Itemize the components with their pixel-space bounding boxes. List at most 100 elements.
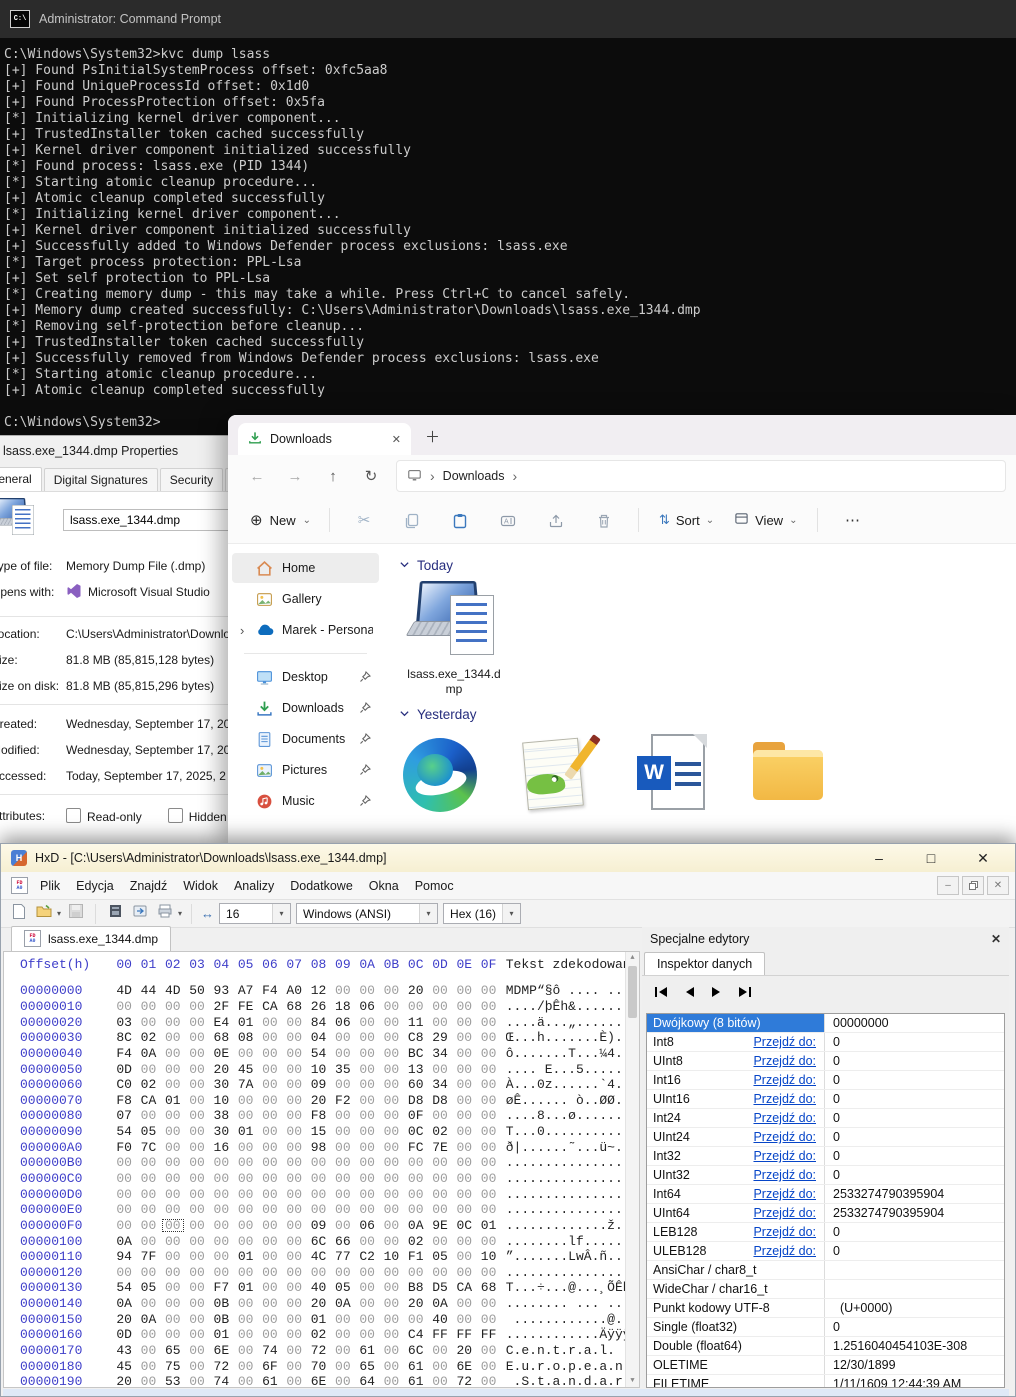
hex-byte[interactable]: 00 — [428, 1343, 452, 1358]
readonly-checkbox[interactable] — [66, 808, 81, 823]
hex-byte[interactable]: 0A — [136, 1046, 160, 1061]
sidebar-item-music[interactable]: Music — [232, 786, 379, 816]
hex-byte[interactable]: 20 — [452, 1343, 476, 1358]
hex-byte[interactable]: 2F — [209, 999, 233, 1014]
hex-byte[interactable]: 00 — [136, 1265, 160, 1280]
hex-text[interactable]: ................ — [506, 1202, 625, 1217]
hex-byte[interactable]: 00 — [476, 1296, 500, 1311]
hex-byte[interactable]: 03 — [112, 1015, 136, 1030]
hex-byte[interactable]: 61 — [404, 1374, 428, 1388]
hex-byte[interactable]: 10 — [306, 1062, 330, 1077]
hex-byte[interactable]: 00 — [185, 1015, 209, 1030]
hex-offset[interactable]: 000000A0 — [4, 1140, 112, 1155]
hex-byte[interactable]: 00 — [379, 1171, 403, 1186]
hex-byte[interactable]: 00 — [331, 983, 355, 998]
goto-link[interactable]: Przejdź do: — [753, 1111, 824, 1125]
hex-byte[interactable]: 00 — [185, 1296, 209, 1311]
hex-byte[interactable]: 00 — [258, 1187, 282, 1202]
hex-byte[interactable]: 00 — [379, 1077, 403, 1092]
hex-byte[interactable]: 4C — [306, 1249, 330, 1264]
hex-byte[interactable]: 00 — [112, 999, 136, 1014]
hex-byte[interactable]: 01 — [476, 1218, 500, 1233]
hex-byte[interactable]: 8C — [112, 1030, 136, 1045]
hex-byte[interactable]: 04 — [306, 1030, 330, 1045]
previous-button[interactable] — [684, 986, 695, 998]
hex-byte[interactable]: FF — [452, 1327, 476, 1342]
hex-text[interactable]: ............Äÿÿÿ — [506, 1327, 625, 1342]
hex-byte[interactable]: 00 — [233, 1202, 257, 1217]
hex-byte[interactable]: 00 — [185, 1077, 209, 1092]
hex-byte[interactable]: 00 — [476, 983, 500, 998]
hex-byte[interactable]: 00 — [282, 1093, 306, 1108]
hex-byte[interactable]: 20 — [306, 1093, 330, 1108]
hex-byte[interactable]: 15 — [306, 1124, 330, 1139]
hex-byte[interactable]: 00 — [428, 1155, 452, 1170]
hex-byte[interactable]: 00 — [136, 1202, 160, 1217]
goto-link[interactable]: Przejdź do: — [753, 1168, 824, 1182]
hex-byte[interactable]: 0C — [404, 1124, 428, 1139]
hex-byte[interactable]: E4 — [209, 1015, 233, 1030]
hex-byte[interactable]: 00 — [185, 1093, 209, 1108]
hex-byte[interactable]: 00 — [233, 1265, 257, 1280]
hex-offset[interactable]: 00000040 — [4, 1046, 112, 1061]
hex-byte[interactable]: 40 — [306, 1280, 330, 1295]
import-icon[interactable] — [105, 904, 125, 923]
hex-byte[interactable]: 7E — [428, 1140, 452, 1155]
hex-byte[interactable]: 68 — [476, 1280, 500, 1295]
hex-byte[interactable]: 7F — [136, 1249, 160, 1264]
hex-byte[interactable]: 00 — [404, 1265, 428, 1280]
hex-byte[interactable]: 00 — [379, 983, 403, 998]
hex-byte[interactable]: 20 — [112, 1312, 136, 1327]
hex-byte[interactable]: 00 — [355, 983, 379, 998]
save-icon[interactable] — [66, 904, 86, 923]
hex-byte[interactable]: 00 — [355, 1296, 379, 1311]
hex-byte[interactable]: 00 — [282, 1280, 306, 1295]
hex-byte[interactable]: 00 — [355, 1234, 379, 1249]
hex-byte[interactable]: 00 — [136, 1218, 160, 1233]
hex-byte[interactable]: F7 — [209, 1280, 233, 1295]
hex-byte[interactable]: 00 — [379, 1202, 403, 1217]
hex-byte[interactable]: 61 — [355, 1343, 379, 1358]
numeral-base-select[interactable]: Hex (16)▾ — [443, 903, 521, 924]
address-bar[interactable]: › Downloads › — [396, 460, 1006, 492]
hex-byte[interactable]: 00 — [258, 1265, 282, 1280]
hex-byte[interactable]: 00 — [404, 1171, 428, 1186]
hex-byte[interactable]: 00 — [452, 1265, 476, 1280]
hex-byte[interactable]: 00 — [185, 999, 209, 1014]
hex-byte[interactable]: 00 — [136, 1374, 160, 1388]
hex-byte[interactable]: 45 — [233, 1062, 257, 1077]
hex-byte[interactable]: 00 — [161, 1327, 185, 1342]
hex-byte[interactable]: 00 — [428, 1108, 452, 1123]
hex-byte[interactable]: 65 — [355, 1359, 379, 1374]
hex-byte[interactable]: 00 — [379, 1030, 403, 1045]
hex-byte[interactable]: 45 — [112, 1359, 136, 1374]
hex-byte[interactable]: 74 — [209, 1374, 233, 1388]
scroll-up-icon[interactable]: ▲ — [626, 954, 639, 962]
hex-offset[interactable]: 00000010 — [4, 999, 112, 1014]
sidebar-item-desktop[interactable]: Desktop — [232, 662, 379, 692]
hex-text[interactable]: ”.......LwÂ.ñ... — [506, 1249, 625, 1264]
hex-byte[interactable]: 00 — [161, 1030, 185, 1045]
hex-byte[interactable]: 0A — [112, 1234, 136, 1249]
chevron-down-icon[interactable]: ▾ — [419, 904, 437, 923]
hex-byte[interactable]: 00 — [331, 1077, 355, 1092]
inspector-value[interactable]: 1.2516040454103E-308 — [825, 1337, 967, 1355]
hex-text[interactable]: Œ...h.......È).. — [506, 1030, 625, 1045]
hex-byte[interactable]: 00 — [161, 1140, 185, 1155]
hex-byte[interactable]: 00 — [282, 1062, 306, 1077]
hex-grid[interactable]: 000000004D444D5093A7F4A01200000020000000… — [4, 983, 625, 1388]
hex-byte[interactable]: 61 — [404, 1359, 428, 1374]
hex-byte[interactable]: 0B — [209, 1312, 233, 1327]
hex-byte[interactable]: 00 — [355, 1312, 379, 1327]
hex-byte[interactable]: 00 — [136, 1108, 160, 1123]
hex-byte[interactable]: 00 — [185, 1312, 209, 1327]
refresh-button[interactable]: ↻ — [352, 467, 390, 485]
hex-byte[interactable]: 00 — [428, 999, 452, 1014]
hex-byte[interactable]: 00 — [258, 1218, 282, 1233]
hex-byte[interactable]: 00 — [161, 999, 185, 1014]
hex-byte[interactable]: 4D — [112, 983, 136, 998]
hex-byte[interactable]: 00 — [452, 1046, 476, 1061]
hex-byte[interactable]: 00 — [136, 1234, 160, 1249]
hex-byte[interactable]: 74 — [258, 1343, 282, 1358]
hex-text[interactable]: ....8...ø....... — [506, 1108, 625, 1123]
